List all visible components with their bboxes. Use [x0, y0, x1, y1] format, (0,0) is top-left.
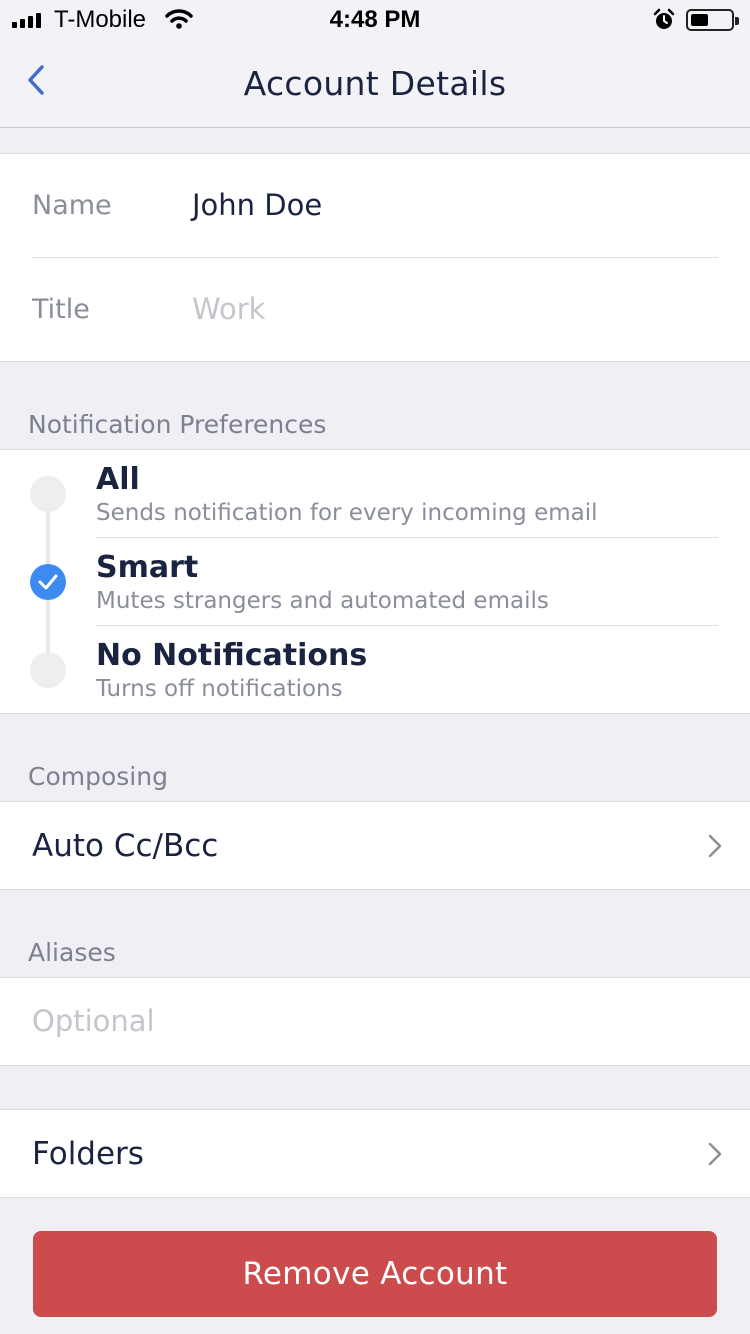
status-time: 4:48 PM	[329, 6, 421, 33]
auto-cc-bcc-row[interactable]: Auto Cc/Bcc	[0, 801, 750, 890]
aliases-input[interactable]: Optional	[32, 1004, 155, 1038]
aliases-row: Optional	[0, 977, 750, 1066]
composing-header: Composing	[28, 762, 168, 791]
notification-preferences-header: Notification Preferences	[28, 410, 327, 439]
option-all-subtitle: Sends notification for every incoming em…	[96, 500, 598, 526]
option-all-title[interactable]: All	[96, 462, 140, 497]
radio-no-notifications[interactable]	[30, 652, 66, 688]
title-field[interactable]: Work	[192, 292, 265, 326]
option-no-notifications-subtitle: Turns off notifications	[96, 676, 343, 702]
divider	[96, 537, 718, 538]
folders-label: Folders	[32, 1136, 144, 1172]
battery-icon	[686, 9, 739, 31]
divider	[32, 257, 718, 258]
navigation-bar: Account Details	[0, 40, 750, 128]
name-field[interactable]: John Doe	[192, 188, 322, 222]
option-smart-title[interactable]: Smart	[96, 550, 198, 585]
radio-all[interactable]	[30, 476, 66, 512]
page-title: Account Details	[243, 64, 507, 103]
divider	[96, 625, 718, 626]
radio-smart[interactable]	[30, 564, 66, 600]
title-label: Title	[32, 294, 90, 325]
remove-account-button[interactable]: Remove Account	[33, 1231, 717, 1317]
auto-cc-bcc-label: Auto Cc/Bcc	[32, 828, 219, 864]
option-smart-subtitle: Mutes strangers and automated emails	[96, 588, 549, 614]
checkmark-icon	[38, 574, 58, 590]
aliases-header: Aliases	[28, 938, 116, 967]
chevron-right-icon	[708, 834, 722, 858]
folders-row[interactable]: Folders	[0, 1109, 750, 1198]
name-label: Name	[32, 190, 112, 221]
status-bar: T-Mobile 4:48 PM	[0, 0, 750, 40]
chevron-right-icon	[708, 1142, 722, 1166]
account-fields-group: Name John Doe Title Work	[0, 153, 750, 362]
option-no-notifications-title[interactable]: No Notifications	[96, 638, 367, 673]
alarm-icon	[652, 8, 676, 36]
